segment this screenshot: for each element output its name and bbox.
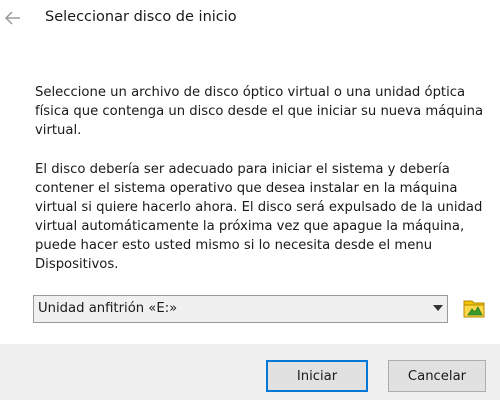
dialog-content: Seleccione un archivo de disco óptico vi…	[35, 83, 487, 274]
cancel-button[interactable]: Cancelar	[388, 360, 486, 392]
description-paragraph-1: Seleccione un archivo de disco óptico vi…	[35, 85, 484, 138]
chevron-down-icon	[433, 305, 443, 311]
disk-select-dropdown[interactable]: Unidad anfitrión «E:»	[33, 295, 448, 323]
description-paragraph-2: El disco debería ser adecuado para inici…	[35, 162, 483, 272]
dialog-title: Seleccionar disco de inicio	[45, 9, 237, 25]
back-button[interactable]	[2, 8, 24, 28]
start-button[interactable]: Iniciar	[266, 360, 368, 392]
disk-select-value: Unidad anfitrión «E:»	[38, 301, 178, 316]
folder-icon	[463, 300, 485, 318]
title-bar: Seleccionar disco de inicio	[0, 0, 500, 40]
start-disk-dialog: Seleccionar disco de inicio Seleccione u…	[0, 0, 500, 400]
choose-disk-file-button[interactable]	[462, 294, 488, 322]
back-arrow-icon	[4, 11, 20, 25]
